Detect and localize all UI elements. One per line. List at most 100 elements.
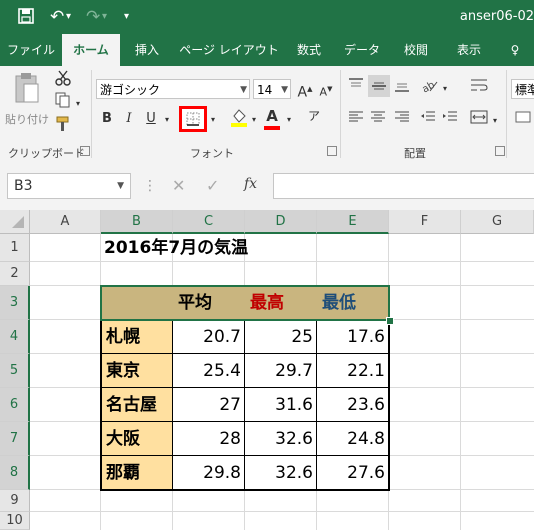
align-left-icon[interactable]	[346, 109, 366, 132]
font-launcher-icon[interactable]	[327, 146, 337, 156]
merge-dropdown-icon[interactable]: ▾	[490, 111, 500, 131]
font-size-combo[interactable]: 14 ▼	[253, 79, 291, 99]
city-cell[interactable]: 札幌	[101, 320, 173, 354]
min-cell[interactable]: 23.6	[317, 388, 389, 422]
min-cell[interactable]: 22.1	[317, 354, 389, 388]
row-header-4[interactable]: 4	[0, 320, 30, 354]
merge-center-icon[interactable]	[468, 109, 490, 132]
worksheet-grid[interactable]: A B C D E F G 1 2 3 4 5 6 7 8 9 10 2016年…	[0, 210, 534, 530]
min-cell[interactable]: 17.6	[317, 320, 389, 354]
row-header-1[interactable]: 1	[0, 234, 30, 262]
format-painter-icon[interactable]	[52, 116, 74, 139]
align-middle-icon[interactable]	[368, 75, 390, 97]
min-cell[interactable]: 27.6	[317, 456, 389, 490]
borders-dropdown-icon[interactable]: ▾	[208, 110, 218, 130]
bold-button[interactable]: B	[98, 109, 116, 129]
tab-home[interactable]: ホーム	[62, 34, 120, 66]
fill-handle[interactable]	[386, 317, 394, 325]
underline-dropdown-icon[interactable]: ▾	[162, 110, 172, 130]
min-cell[interactable]: 24.8	[317, 422, 389, 456]
cancel-icon[interactable]: ✕	[172, 176, 185, 195]
max-cell[interactable]: 29.7	[245, 354, 317, 388]
tab-page-layout[interactable]: ページ レイアウト	[174, 34, 284, 66]
paste-button[interactable]: 貼り付け	[2, 110, 52, 130]
tab-view[interactable]: 表示	[442, 34, 496, 66]
column-header-e[interactable]: E	[317, 210, 389, 234]
align-right-icon[interactable]	[392, 109, 412, 132]
orientation-icon[interactable]: ab	[418, 77, 440, 99]
max-cell[interactable]: 32.6	[245, 456, 317, 490]
header-cell-max[interactable]: 最高	[245, 286, 317, 320]
copy-dropdown-icon[interactable]: ▾	[74, 94, 82, 114]
formula-input[interactable]	[273, 173, 534, 199]
column-header-g[interactable]: G	[461, 210, 534, 234]
customize-toolbar-icon[interactable]: ▾	[124, 8, 129, 26]
avg-cell[interactable]: 27	[173, 388, 245, 422]
max-cell[interactable]: 32.6	[245, 422, 317, 456]
column-header-f[interactable]: F	[389, 210, 461, 234]
tab-data[interactable]: データ	[334, 34, 390, 66]
font-color-dropdown-icon[interactable]: ▾	[284, 110, 294, 130]
table-header-corner[interactable]	[101, 286, 173, 320]
row-header-6[interactable]: 6	[0, 388, 30, 422]
row-header-2[interactable]: 2	[0, 262, 30, 286]
row-header-5[interactable]: 5	[0, 354, 30, 388]
max-cell[interactable]: 25	[245, 320, 317, 354]
clipboard-launcher-icon[interactable]	[80, 146, 90, 156]
wrap-text-icon[interactable]	[468, 77, 490, 100]
avg-cell[interactable]: 28	[173, 422, 245, 456]
align-top-icon[interactable]	[346, 77, 366, 100]
align-center-icon[interactable]	[368, 109, 388, 132]
chevron-down-icon[interactable]: ▼	[117, 174, 124, 198]
align-bottom-icon[interactable]	[392, 77, 412, 100]
increase-indent-icon[interactable]	[440, 109, 460, 132]
column-header-c[interactable]: C	[173, 210, 245, 234]
header-cell-min[interactable]: 最低	[317, 286, 389, 320]
tell-me-icon[interactable]: ♀	[496, 34, 534, 66]
alignment-launcher-icon[interactable]	[495, 146, 505, 156]
avg-cell[interactable]: 20.7	[173, 320, 245, 354]
grow-font-button[interactable]: A▲	[297, 79, 313, 103]
row-header-3[interactable]: 3	[0, 286, 30, 320]
row-header-7[interactable]: 7	[0, 422, 30, 456]
tab-review[interactable]: 校閲	[390, 34, 442, 66]
row-header-9[interactable]: 9	[0, 490, 30, 512]
font-color-button[interactable]: A	[262, 106, 282, 130]
insert-function-icon[interactable]: fx	[244, 176, 257, 192]
font-name-combo[interactable]: 游ゴシック ▼	[96, 79, 250, 99]
select-all-corner[interactable]	[0, 210, 30, 234]
city-cell[interactable]: 東京	[101, 354, 173, 388]
name-box[interactable]: B3 ▼	[7, 173, 131, 199]
phonetic-guide-button[interactable]: ア	[304, 106, 324, 126]
city-cell[interactable]: 那覇	[101, 456, 173, 490]
save-icon[interactable]	[18, 8, 34, 29]
accounting-format-icon[interactable]	[513, 109, 533, 132]
fill-color-icon[interactable]	[229, 106, 249, 135]
borders-button[interactable]	[179, 106, 207, 132]
undo-dropdown-icon[interactable]: ▾	[66, 8, 71, 26]
city-cell[interactable]: 大阪	[101, 422, 173, 456]
tab-insert[interactable]: 挿入	[120, 34, 174, 66]
shrink-font-button[interactable]: A▼	[318, 79, 334, 103]
tab-file[interactable]: ファイル	[0, 34, 62, 66]
header-cell-avg[interactable]: 平均	[173, 286, 245, 320]
underline-button[interactable]: U	[142, 109, 160, 129]
avg-cell[interactable]: 29.8	[173, 456, 245, 490]
italic-button[interactable]: I	[120, 109, 138, 129]
column-header-d[interactable]: D	[245, 210, 317, 234]
row-header-10[interactable]: 10	[0, 512, 30, 530]
column-header-b[interactable]: B	[101, 210, 173, 234]
city-cell[interactable]: 名古屋	[101, 388, 173, 422]
fill-color-dropdown-icon[interactable]: ▾	[249, 110, 259, 130]
max-cell[interactable]: 31.6	[245, 388, 317, 422]
number-format-combo[interactable]: 標準	[511, 79, 534, 99]
cut-icon[interactable]	[52, 70, 74, 93]
copy-icon[interactable]	[52, 92, 74, 115]
row-header-8[interactable]: 8	[0, 456, 30, 490]
avg-cell[interactable]: 25.4	[173, 354, 245, 388]
undo-icon[interactable]: ↶	[50, 8, 64, 26]
tab-formulas[interactable]: 数式	[284, 34, 334, 66]
orientation-dropdown-icon[interactable]: ▾	[440, 79, 450, 99]
paste-icon[interactable]	[8, 72, 44, 110]
decrease-indent-icon[interactable]	[418, 109, 438, 132]
